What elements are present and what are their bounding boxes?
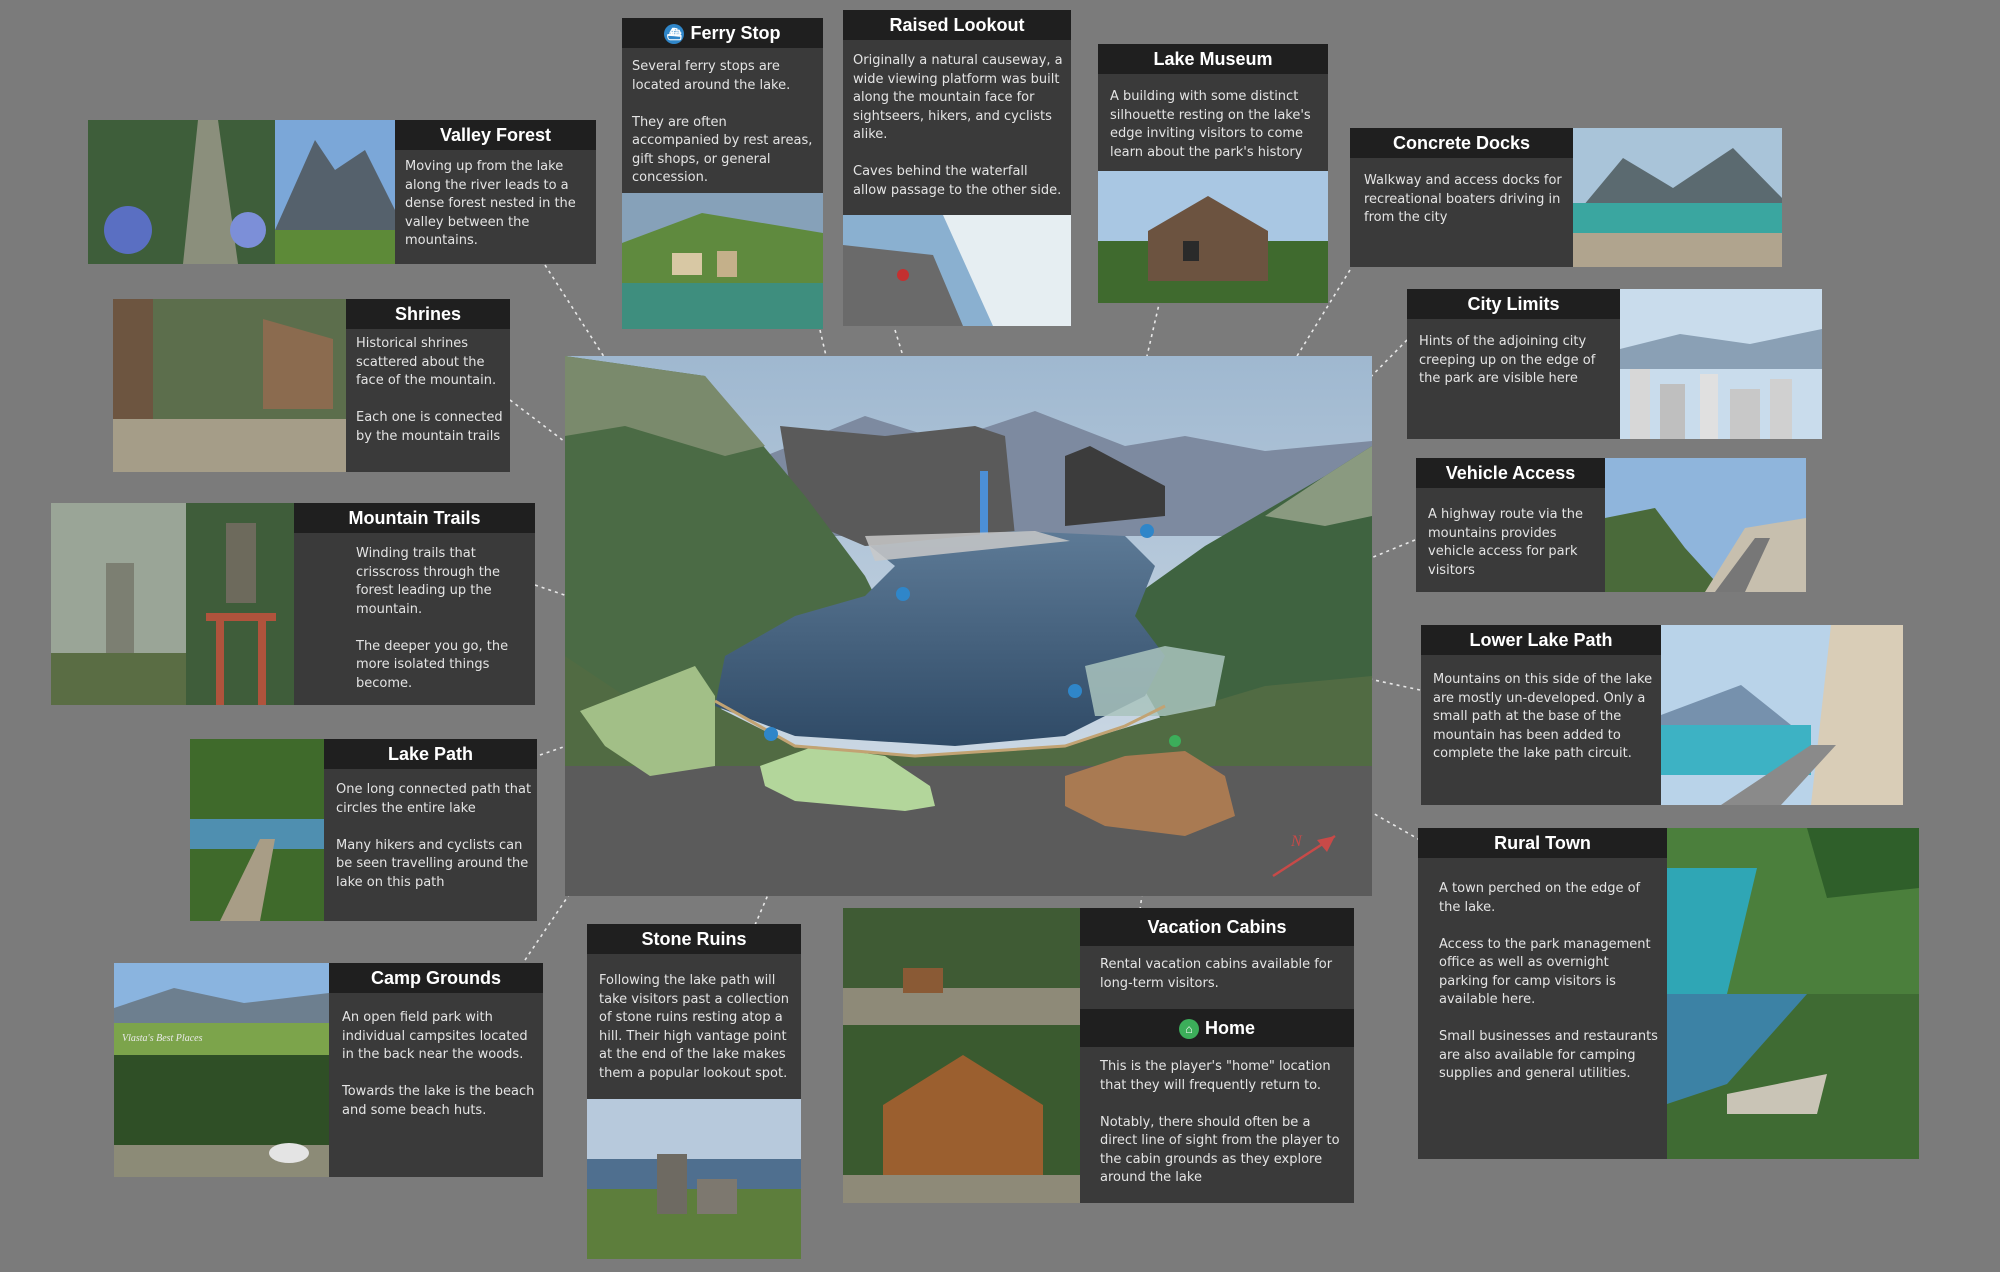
card-lake-path: Lake Path One long connected path that c… xyxy=(190,739,537,921)
card-camp-grounds: Vlasta's Best Places Camp Grounds An ope… xyxy=(114,963,543,1177)
card-valley-forest: Valley Forest Moving up from the lake al… xyxy=(88,120,596,264)
card-title: Stone Ruins xyxy=(587,924,801,954)
card-lake-museum: Lake Museum A building with some distinc… xyxy=(1098,44,1328,303)
card-lower-lake-path: Lower Lake Path Mountains on this side o… xyxy=(1421,625,1903,805)
card-body: Originally a natural causeway, a wide vi… xyxy=(853,53,1063,198)
forest-path-photo xyxy=(88,120,275,264)
log-cabin-photo xyxy=(843,1025,1080,1203)
card-concrete-docks: Concrete Docks Walkway and access docks … xyxy=(1350,128,1782,267)
card-body: Mountains on this side of the lake are m… xyxy=(1433,672,1653,761)
home-pin-icon xyxy=(1169,735,1181,747)
card-body: Winding trails that crisscross through t… xyxy=(356,546,509,691)
card-body: Following the lake path will take visito… xyxy=(599,973,789,1081)
ferry-pin-icon xyxy=(1140,524,1154,538)
card-body: Rental vacation cabins available for lon… xyxy=(1100,957,1333,991)
card-body: Several ferry stops are located around t… xyxy=(632,59,813,185)
lakeside-trail-photo xyxy=(190,739,324,921)
card-body: Historical shrines scattered about the f… xyxy=(356,336,503,444)
card-title: Lake Museum xyxy=(1098,44,1328,74)
card-title: Mountain Trails xyxy=(294,503,535,533)
cliff-road-photo xyxy=(1661,625,1903,805)
photo-watermark: Vlasta's Best Places xyxy=(122,1033,203,1044)
card-body: Hints of the adjoining city creeping up … xyxy=(1419,334,1596,386)
lookout-waterfall-photo xyxy=(843,215,1071,326)
cabin-woods-photo xyxy=(843,908,1080,1025)
card-title: Camp Grounds xyxy=(329,963,543,993)
valley-town-photo xyxy=(1667,994,1919,1159)
card-title: ⛴ Ferry Stop xyxy=(622,18,823,48)
card-body: A highway route via the mountains provid… xyxy=(1428,507,1584,578)
compass-label: N xyxy=(1290,833,1303,850)
castle-ruins-photo xyxy=(587,1099,801,1259)
card-shrines: Shrines Historical shrines scattered abo… xyxy=(113,299,510,472)
docks-lake-photo xyxy=(1573,128,1782,267)
card-title: Rural Town xyxy=(1418,828,1667,858)
card-mountain-trails: Mountain Trails Winding trails that cris… xyxy=(51,503,535,705)
ferry-pin-icon xyxy=(896,587,910,601)
card-ferry-stop: ⛴ Ferry Stop Several ferry stops are loca… xyxy=(622,18,823,329)
misty-lantern-photo xyxy=(51,503,186,705)
card-body: A town perched on the edge of the lake. … xyxy=(1439,881,1658,1081)
card-vehicle-access: Vehicle Access A highway route via the m… xyxy=(1416,458,1806,592)
card-body: Moving up from the lake along the river … xyxy=(405,159,576,248)
card-title: Lower Lake Path xyxy=(1421,625,1661,655)
card-city-limits: City Limits Hints of the adjoining city … xyxy=(1407,289,1822,439)
card-title: Vehicle Access xyxy=(1416,458,1605,488)
ferry-pin-icon xyxy=(1068,684,1082,698)
card-stone-ruins: Stone Ruins Following the lake path will… xyxy=(587,924,801,1259)
card-body: An open field park with individual camps… xyxy=(342,1010,535,1118)
card-body: One long connected path that circles the… xyxy=(336,782,532,890)
ferry-pin-icon: ⛴ xyxy=(664,24,685,45)
city-skyline-photo xyxy=(1620,289,1822,439)
card-title: Shrines xyxy=(346,299,510,329)
home-pin-icon: ⌂ xyxy=(1178,1019,1199,1040)
card-body: A building with some distinct silhouette… xyxy=(1110,89,1311,160)
card-vacation-cabins: Vacation Cabins Rental vacation cabins a… xyxy=(843,908,1354,1203)
card-title: Vacation Cabins xyxy=(1080,908,1354,946)
campsite-woods-photo xyxy=(114,1055,329,1177)
card-body-home: This is the player's "home" location tha… xyxy=(1100,1059,1340,1185)
card-body: Walkway and access docks for recreationa… xyxy=(1364,173,1562,225)
ferry-pin-icon xyxy=(764,727,778,741)
museum-building-photo xyxy=(1098,171,1328,303)
card-title: City Limits xyxy=(1407,289,1620,319)
card-rural-town: Rural Town A town perched on the edge of… xyxy=(1418,828,1919,1159)
map-foreground xyxy=(565,761,1372,896)
torii-stairs-photo xyxy=(186,503,294,705)
camp-field-photo: Vlasta's Best Places xyxy=(114,963,329,1055)
card-title: Raised Lookout xyxy=(843,10,1071,40)
card-title: Lake Path xyxy=(324,739,537,769)
lake-park-map: N xyxy=(565,356,1372,896)
alpine-peak-photo xyxy=(275,120,395,264)
lake-town-aerial-photo xyxy=(1667,828,1919,994)
card-title: Concrete Docks xyxy=(1350,128,1573,158)
mountain-highway-photo xyxy=(1605,458,1806,592)
card-raised-lookout: Raised Lookout Originally a natural caus… xyxy=(843,10,1071,326)
ferry-village-photo xyxy=(622,193,823,329)
card-title-home: ⌂ Home xyxy=(1080,1009,1354,1047)
waterfall xyxy=(980,471,988,536)
shrine-courtyard-photo xyxy=(113,299,346,472)
card-title: Valley Forest xyxy=(395,120,596,150)
